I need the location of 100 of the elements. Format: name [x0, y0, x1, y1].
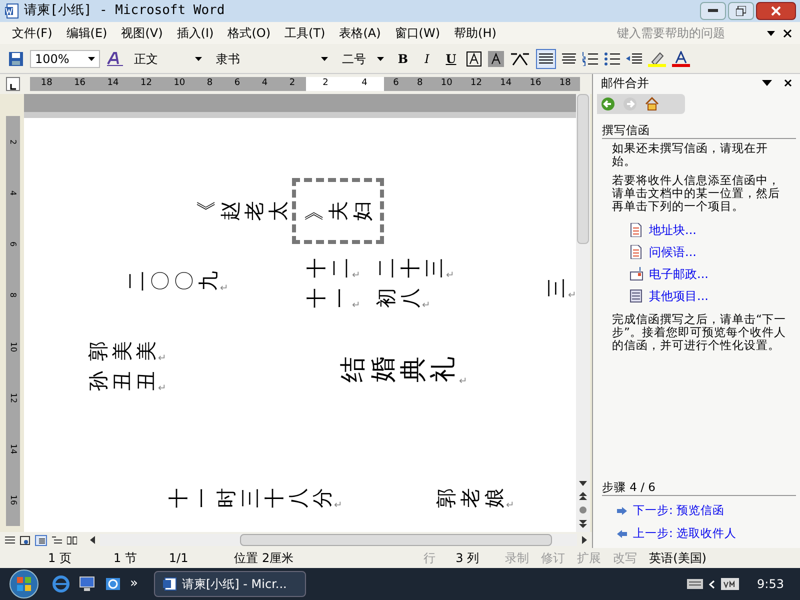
ruler-number: 8 [416, 77, 423, 90]
menu-item[interactable]: 编辑(E) [66, 24, 108, 42]
chevron-left-icon[interactable] [709, 580, 716, 588]
page-view-icon[interactable] [35, 534, 47, 546]
merge-field-link[interactable]: 电子邮政... [649, 268, 708, 280]
ruler-number: 16 [530, 77, 542, 90]
ruler-number: 16 [8, 495, 19, 506]
document-text: 孙丑丑 [86, 370, 158, 393]
help-search-field[interactable]: 键入需要帮助的问题 [617, 24, 767, 42]
document-text: 三 [544, 277, 568, 300]
previous-page-icon[interactable] [579, 492, 587, 500]
close-icon[interactable] [784, 79, 792, 87]
horizontal-scrollbar[interactable] [100, 534, 577, 546]
previous-step-link[interactable]: 上一步: 选取收件人 [633, 527, 737, 540]
status-item: 1 节 [113, 550, 137, 567]
menu-item[interactable]: 窗口(W) [394, 24, 440, 42]
menu-item[interactable]: 工具(T) [284, 24, 326, 42]
menu-item[interactable]: 文件(F) [12, 24, 52, 42]
close-icon[interactable] [783, 28, 792, 38]
caret-icon [321, 56, 328, 60]
ruler-number: 12 [470, 77, 482, 90]
merge-field-link[interactable]: 其他项目... [649, 290, 708, 302]
minimize-button[interactable] [700, 2, 726, 20]
menu-item[interactable]: 帮助(H) [454, 24, 496, 42]
paragraph-mark: ↵ [506, 499, 514, 513]
font-dropdown[interactable]: 隶书 [212, 50, 332, 68]
character-shading-icon[interactable] [488, 50, 504, 66]
align-justify-button[interactable] [536, 48, 556, 68]
envelope-icon [630, 267, 643, 281]
browse-object-icon[interactable] [579, 506, 587, 514]
more-icons-chevron[interactable]: » [130, 574, 138, 594]
status-item: 录制 [505, 550, 530, 567]
ruler-number: 12 [140, 77, 152, 90]
desktop-icon[interactable] [78, 575, 96, 593]
ruler-number: 6 [234, 77, 240, 90]
instruction-text: 完成信函撰写之后，请单击“下一步”。接着您即可预览每个收件人的信函，并可进行个性化设置。 [612, 313, 787, 352]
decrease-indent-icon[interactable] [626, 52, 642, 66]
normal-view-icon[interactable] [5, 536, 15, 544]
merge-field-link[interactable]: 地址块... [649, 224, 696, 236]
highlight-icon[interactable] [648, 50, 666, 66]
document-text: 二〇〇九 [124, 270, 220, 293]
browser-icon[interactable] [52, 575, 70, 593]
ruler-number: 6 [393, 77, 399, 90]
bold-button[interactable]: B [394, 50, 412, 68]
home-icon[interactable] [645, 97, 659, 111]
scroll-left-icon[interactable] [90, 536, 95, 544]
status-item: 改写 [613, 550, 638, 567]
document-text: 郭老娘 [434, 487, 506, 510]
taskbar-button[interactable]: 请柬[小纸] - Micr... [154, 571, 306, 597]
vm-tray-icon[interactable] [721, 578, 740, 590]
menu-item[interactable]: 格式(O) [228, 24, 271, 42]
styles-icon[interactable] [106, 50, 124, 66]
distribute-icon[interactable] [562, 53, 576, 64]
numbered-list-icon[interactable] [582, 52, 598, 66]
left-tab-icon [10, 84, 16, 90]
paragraph-mark: ↵ [220, 282, 228, 296]
bullet-list-icon[interactable] [604, 52, 620, 66]
web-view-icon[interactable] [20, 536, 30, 544]
text-scale-icon[interactable] [510, 50, 530, 66]
menu-item[interactable]: 视图(V) [121, 24, 163, 42]
scroll-thumb[interactable] [240, 534, 552, 546]
merge-field-link[interactable]: 问候语... [649, 246, 696, 258]
ruler-number: 2 [8, 139, 19, 144]
selected-text-box[interactable]: 》夫妇 [292, 178, 384, 244]
underline-button[interactable]: U [442, 50, 460, 68]
caret-icon [88, 56, 95, 60]
character-border-icon[interactable] [466, 50, 482, 66]
keyboard-icon[interactable] [687, 579, 704, 589]
document-text: 二十三 [374, 257, 446, 280]
paragraph-mark: ↵ [422, 299, 430, 313]
mail-icon[interactable] [104, 575, 122, 593]
reading-view-icon[interactable] [67, 536, 77, 544]
document-text: 十一时三十八分 [166, 487, 334, 510]
next-step-link[interactable]: 下一步: 预览信函 [633, 504, 725, 517]
outline-view-icon[interactable] [52, 536, 62, 544]
paragraph-mark: ↵ [352, 269, 360, 283]
tab-stop-selector[interactable] [6, 77, 20, 91]
back-icon[interactable] [601, 97, 615, 111]
right-arrow-icon [617, 506, 627, 514]
save-icon[interactable] [8, 50, 24, 66]
next-page-icon[interactable] [579, 520, 587, 528]
dropdown-arrow-icon[interactable] [762, 80, 772, 86]
menu-item[interactable]: 表格(A) [339, 24, 381, 42]
vertical-scrollbar[interactable] [576, 94, 590, 532]
font-color-icon[interactable] [672, 50, 690, 66]
section-heading: 撰写信函 [602, 124, 796, 139]
scroll-right-icon[interactable] [582, 536, 587, 544]
zoom-dropdown[interactable]: 100% [30, 50, 100, 68]
dropdown-arrow-icon[interactable] [767, 30, 775, 36]
font-size-dropdown[interactable]: 二号 [338, 50, 388, 68]
italic-button[interactable]: I [418, 50, 436, 68]
paragraph-mark: ↵ [158, 352, 166, 366]
ruler-number: 18 [40, 77, 52, 90]
close-button[interactable] [756, 2, 796, 20]
scroll-thumb[interactable] [577, 94, 589, 244]
menu-item[interactable]: 插入(I) [176, 24, 214, 42]
scroll-down-icon[interactable] [579, 481, 587, 486]
paragraph-mark: ↵ [459, 375, 468, 389]
maximize-button[interactable] [728, 2, 754, 20]
ruler-number: 10 [440, 77, 452, 90]
